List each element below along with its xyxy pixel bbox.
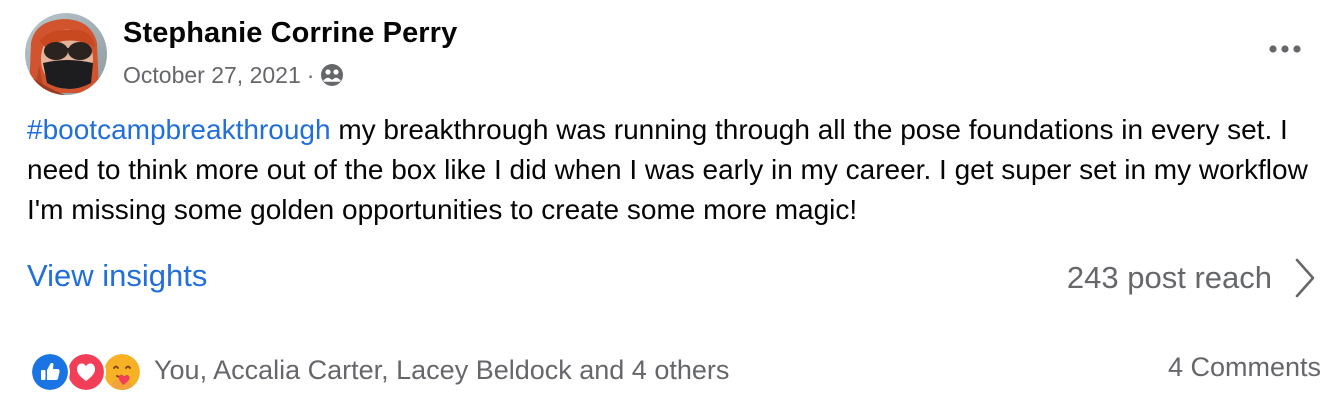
chevron-right-icon [1295, 258, 1315, 298]
more-dots-icon [1269, 45, 1301, 53]
author-name[interactable]: Stephanie Corrine Perry [123, 17, 457, 50]
reactions-summary[interactable]: You, Accalia Carter, Lacey Beldock and 4… [30, 350, 730, 392]
post-reach-button[interactable]: 243 post reach [1067, 255, 1316, 301]
care-reaction-icon [102, 352, 142, 392]
view-insights-link[interactable]: View insights [27, 258, 207, 294]
comments-count-link[interactable]: 4 Comments [1168, 352, 1321, 383]
reaction-names: You, Accalia Carter, Lacey Beldock and 4… [154, 354, 730, 385]
post-meta: October 27, 2021 · [123, 60, 344, 90]
more-options-button[interactable] [1266, 36, 1304, 62]
like-reaction-icon [30, 352, 70, 392]
avatar[interactable] [25, 13, 107, 95]
reaction-icons [30, 350, 142, 392]
post-card: Stephanie Corrine Perry October 27, 2021… [0, 0, 1338, 406]
meta-separator: · [306, 61, 315, 88]
hashtag-link[interactable]: #bootcampbreakthrough [27, 114, 331, 145]
love-reaction-icon [66, 352, 106, 392]
avatar-image [25, 13, 107, 95]
friends-icon[interactable] [320, 63, 344, 87]
post-date[interactable]: October 27, 2021 [123, 62, 301, 89]
post-message: #bootcampbreakthrough my breakthrough wa… [27, 110, 1317, 230]
post-reach-label: 243 post reach [1066, 260, 1272, 295]
